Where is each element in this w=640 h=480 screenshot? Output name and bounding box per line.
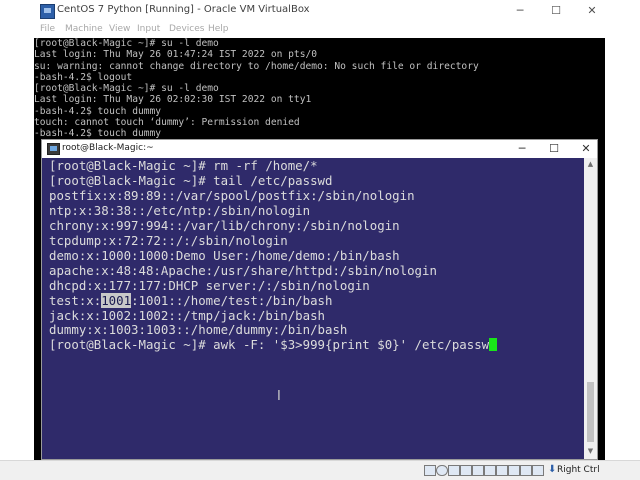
terminal-line: chrony:x:997:994::/var/lib/chrony:/sbin/… <box>49 217 400 233</box>
shared-folder-icon[interactable] <box>484 465 496 476</box>
menu-file[interactable]: File <box>40 24 55 34</box>
scrollbar-thumb[interactable] <box>587 382 594 442</box>
terminal-line: dummy:x:1003:1003::/home/dummy:/bin/bash <box>49 322 348 338</box>
text-cursor-icon: I <box>277 389 281 404</box>
terminal-titlebar[interactable]: root@Black-Magic:~ ─ ☐ ✕ <box>42 140 597 158</box>
terminal-window[interactable]: root@Black-Magic:~ ─ ☐ ✕ [root@Black-Mag… <box>41 139 598 460</box>
recording-icon[interactable] <box>508 465 520 476</box>
terminal-line: jack:x:1002:1002::/tmp/jack:/bin/bash <box>49 307 326 323</box>
menu-view[interactable]: View <box>109 24 130 34</box>
minimize-button[interactable]: ─ <box>508 2 532 20</box>
menu-input[interactable]: Input <box>137 24 160 34</box>
menubar: File Machine View Input Devices Help <box>0 22 640 38</box>
network-icon[interactable] <box>460 465 472 476</box>
command-prompt-line[interactable]: [root@Black-Magic ~]# awk -F: '$3>999{pr… <box>49 337 498 353</box>
virtualbox-statusbar: ⬇ Right Ctrl <box>0 460 640 480</box>
close-button[interactable]: ✕ <box>580 2 604 20</box>
host-key-label: Right Ctrl <box>557 465 600 475</box>
virtualbox-titlebar: CentOS 7 Python [Running] - Oracle VM Vi… <box>0 0 640 22</box>
terminal-title: root@Black-Magic:~ <box>62 143 154 153</box>
terminal-line: [root@Black-Magic ~]# tail /etc/passwd <box>49 172 333 188</box>
optical-drive-icon[interactable] <box>436 465 448 476</box>
test-line-suffix: :1001::/home/test:/bin/bash <box>131 292 333 308</box>
terminal-line: [root@Black-Magic ~]# rm -rf /home/* <box>49 158 318 173</box>
window-title: CentOS 7 Python [Running] - Oracle VM Vi… <box>57 4 310 15</box>
vm-display[interactable]: [root@Black-Magic ~]# su -l demo Last lo… <box>34 38 605 460</box>
terminal-icon <box>47 143 60 155</box>
terminal-output: [root@Black-Magic ~]# rm -rf /home/* [roo… <box>49 158 498 353</box>
console-output: [root@Black-Magic ~]# su -l demo Last lo… <box>34 38 479 140</box>
terminal-body[interactable]: [root@Black-Magic ~]# rm -rf /home/* [roo… <box>42 158 584 459</box>
virtualbox-icon <box>40 4 55 19</box>
terminal-line: dhcpd:x:177:177:DHCP server:/:/sbin/nolo… <box>49 277 370 293</box>
guest-additions-icon[interactable] <box>520 465 532 476</box>
display-icon[interactable] <box>496 465 508 476</box>
terminal-line: postfix:x:89:89::/var/spool/postfix:/sbi… <box>49 187 415 203</box>
scroll-up-arrow-icon[interactable]: ▲ <box>584 160 597 170</box>
current-command: [root@Black-Magic ~]# awk -F: '$3>999{pr… <box>49 337 490 353</box>
host-key-arrow-icon: ⬇ <box>548 464 557 475</box>
terminal-line: apache:x:48:48:Apache:/usr/share/httpd:/… <box>49 262 437 278</box>
terminal-scrollbar[interactable]: ▲ ▼ <box>584 158 597 459</box>
menu-machine[interactable]: Machine <box>65 24 103 34</box>
scroll-down-arrow-icon[interactable]: ▼ <box>584 447 597 457</box>
terminal-line-test: test:x:1001:1001::/home/test:/bin/bash <box>49 292 497 309</box>
usb-icon[interactable] <box>472 465 484 476</box>
menu-devices[interactable]: Devices <box>169 24 204 34</box>
terminal-line: demo:x:1000:1000:Demo User:/home/demo:/b… <box>49 247 400 263</box>
terminal-maximize-button[interactable]: ☐ <box>544 140 564 157</box>
terminal-close-button[interactable]: ✕ <box>576 140 596 157</box>
terminal-line: tcpdump:x:72:72::/:/sbin/nologin <box>49 232 288 248</box>
text-selection: 1001 <box>101 292 132 308</box>
terminal-line: ntp:x:38:38::/etc/ntp:/sbin/nologin <box>49 202 311 218</box>
text-cursor <box>489 338 498 352</box>
menu-help[interactable]: Help <box>208 24 229 34</box>
terminal-minimize-button[interactable]: ─ <box>512 140 532 157</box>
test-line-prefix: test:x: <box>49 292 102 308</box>
hard-disk-icon[interactable] <box>424 465 436 476</box>
mouse-integration-icon[interactable] <box>532 465 544 476</box>
audio-icon[interactable] <box>448 465 460 476</box>
maximize-button[interactable]: ☐ <box>544 2 568 20</box>
